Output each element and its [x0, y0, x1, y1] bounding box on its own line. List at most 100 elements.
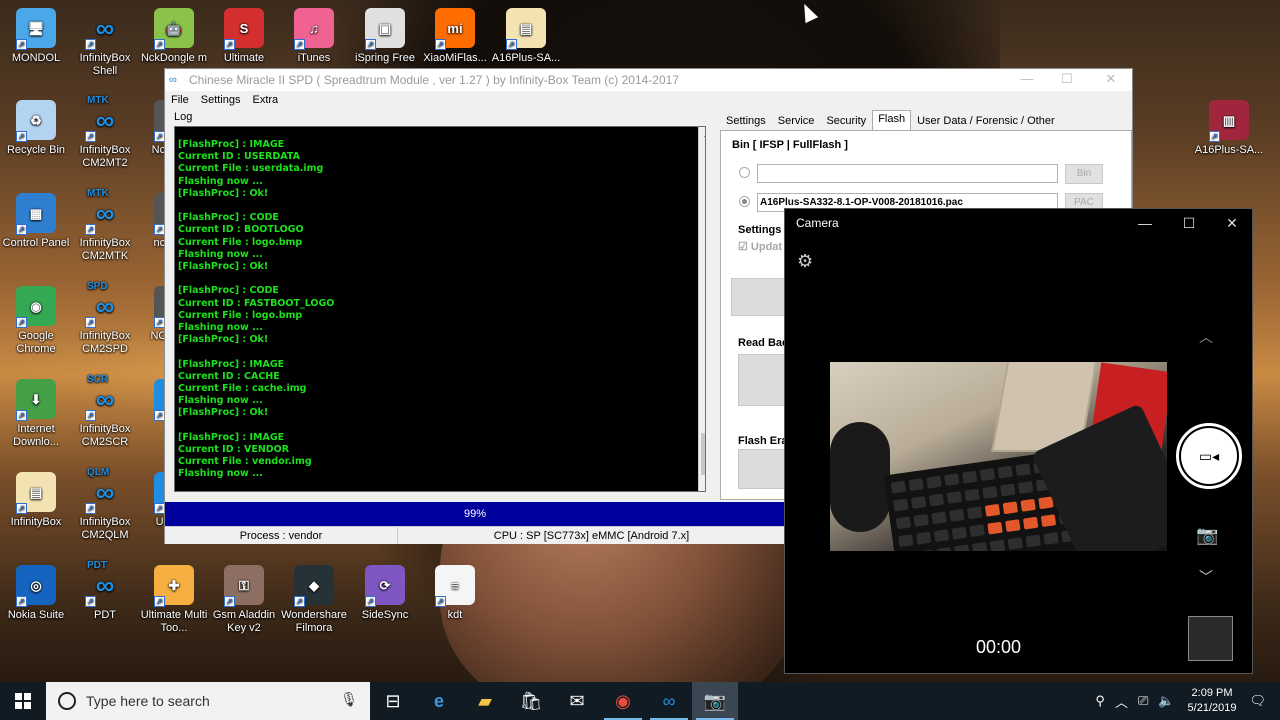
tab-security[interactable]: Security [820, 110, 872, 130]
volume-icon[interactable]: 🔈 [1158, 693, 1174, 709]
desktop-icon[interactable]: ▤ ↗ A16Plus-SA... [490, 8, 562, 65]
desktop-icon[interactable]: ◉ ↗ Google Chrome [0, 286, 72, 356]
scroll-thumb[interactable] [701, 433, 705, 475]
nokia-icon: ◎ ↗ [16, 565, 56, 607]
photo-mode-icon[interactable]: 📷 [1196, 525, 1218, 546]
camera-maximize-button[interactable]: ☐ [1167, 211, 1211, 235]
scroll-down-icon[interactable]: ▼ [699, 475, 705, 491]
task-view-icon[interactable]: ⊟ [370, 682, 416, 720]
minimize-button[interactable]: — [1007, 71, 1047, 86]
desktop-icon[interactable]: ⚿ ↗ Gsm Aladdin Key v2 [208, 565, 280, 635]
desktop-icon[interactable]: ▦ ↗ Control Panel [0, 193, 72, 250]
pac-radio[interactable] [739, 196, 750, 207]
computer-icon: 🖥 ↗ [16, 8, 56, 50]
desktop-icon[interactable]: ▤ ↗ InfinityBox [0, 472, 72, 529]
flash-button[interactable] [731, 278, 791, 316]
tab-user-data[interactable]: User Data / Forensic / Other [911, 110, 1061, 130]
bin-radio[interactable] [739, 167, 750, 178]
idm-icon: ⬇ ↗ [16, 379, 56, 421]
file-explorer-icon[interactable]: ▰ [462, 682, 508, 720]
desktop-icon-label: Control Panel [2, 237, 70, 249]
desktop-icon[interactable]: ♫ ↗ iTunes [278, 8, 350, 65]
log-line: Flashing now ... [178, 468, 263, 480]
camera-minimize-button[interactable]: — [1123, 211, 1167, 235]
edge-icon[interactable]: e [416, 682, 462, 720]
desktop-icon-label: Ultimate Multi Too... [140, 609, 208, 634]
desktop-icon-label: InfinityBox CM2MT2 [79, 144, 131, 169]
icon-badge: SPD [87, 281, 108, 292]
scroll-up-icon[interactable]: ▲ [699, 127, 705, 143]
desktop-icon[interactable]: ▥ ↗ A16Plus-SA... [1193, 100, 1265, 157]
taskbar-search-box[interactable]: Type here to search 🎙 [46, 682, 370, 720]
log-scrollbar[interactable]: ▲ ▼ [698, 127, 705, 491]
log-console[interactable]: [FlashProc] : IMAGE Current ID : USERDATA… [174, 126, 706, 492]
bin-button[interactable]: Bin [1065, 164, 1103, 184]
shortcut-arrow-icon: ↗ [365, 39, 376, 50]
progress-text: 99% [463, 508, 487, 520]
tab-flash[interactable]: Flash [872, 110, 912, 131]
last-capture-thumbnail[interactable] [1188, 616, 1233, 661]
windows-logo-icon [15, 693, 31, 709]
read-back-label: Read Bac [738, 337, 789, 349]
desktop-icon[interactable]: 🤖 ↗ NckDongle m [138, 8, 210, 65]
close-button[interactable]: ✕ [1091, 71, 1131, 87]
record-video-button[interactable]: ▭◂ [1176, 423, 1242, 489]
menu-file[interactable]: File [171, 94, 189, 106]
desktop-icon[interactable]: ∞ SPD ↗ InfinityBox CM2SPD [69, 281, 141, 356]
desktop-icon[interactable]: ∞ SCR ↗ InfinityBox CM2SCR [69, 374, 141, 449]
desktop-icon[interactable]: ∞ MTK ↗ InfinityBox CM2MT2 [69, 95, 141, 170]
tab-service[interactable]: Service [772, 110, 821, 130]
desktop-icon[interactable]: S ↗ Ultimate [208, 8, 280, 65]
desktop-icon[interactable]: ∞ QLM ↗ InfinityBox CM2QLM [69, 467, 141, 542]
chevron-up-icon[interactable]: ︿ [1199, 327, 1213, 347]
camera-close-button[interactable]: ✕ [1210, 211, 1254, 235]
desktop-icon[interactable]: ▣ ↗ iSpring Free [349, 8, 421, 65]
menu-extra[interactable]: Extra [252, 94, 278, 106]
desktop-icon[interactable]: mi ↗ XiaoMiFlas... [419, 8, 491, 65]
desktop-icon[interactable]: ✚ ↗ Ultimate Multi Too... [138, 565, 210, 635]
camera-settings-icon[interactable]: ⚙ [797, 251, 813, 272]
maximize-button[interactable]: ☐ [1047, 71, 1087, 87]
tab-settings[interactable]: Settings [720, 110, 772, 130]
show-hidden-icons-icon[interactable]: ︿ [1115, 692, 1128, 711]
desktop-icon[interactable]: ⟳ ↗ SideSync [349, 565, 421, 622]
chevron-down-icon[interactable]: ﹀ [1199, 567, 1213, 587]
log-line: Flashing now ... [178, 175, 263, 187]
update-checkbox[interactable]: ☑ Updat [738, 240, 782, 253]
desktop-icon[interactable]: ≡ ↗ kdt [419, 565, 491, 622]
menu-settings[interactable]: Settings [201, 94, 241, 106]
log-line: [FlashProc] : Ok! [178, 187, 269, 199]
desktop-icon[interactable]: ♻ ↗ Recycle Bin [0, 100, 72, 157]
bin-path-field[interactable] [757, 164, 1058, 183]
desktop-icon[interactable]: ◎ ↗ Nokia Suite [0, 565, 72, 622]
network-icon[interactable]: ⎚ [1138, 693, 1148, 709]
people-icon[interactable]: ⚲ [1095, 693, 1105, 709]
shortcut-arrow-icon: ↗ [16, 596, 27, 607]
desktop-icon-label: PDT [94, 609, 116, 621]
mail-icon[interactable]: ✉ [554, 682, 600, 720]
flasher-titlebar[interactable]: ∞ Chinese Miracle II SPD ( Spreadtrum Mo… [165, 69, 1132, 91]
infinity-taskbar-icon[interactable]: ∞ [646, 682, 692, 720]
log-line: Flashing now ... [178, 395, 263, 407]
log-line: Current File : logo.bmp [178, 309, 303, 321]
desktop-icon[interactable]: ◆ ↗ Wondershare Filmora [278, 565, 350, 635]
infinity-icon: ∞ PDT ↗ [85, 560, 115, 607]
shortcut-arrow-icon: ↗ [224, 596, 235, 607]
aladdin-icon: ⚿ ↗ [224, 565, 264, 607]
camera-taskbar-icon[interactable]: 📷 [692, 682, 738, 720]
desktop-icon[interactable]: ∞ PDT ↗ PDT [69, 560, 141, 622]
infinity-icon: ∞ MTK ↗ [85, 188, 115, 235]
start-button[interactable] [0, 682, 46, 720]
shortcut-arrow-icon: ↗ [16, 224, 27, 235]
desktop-icon[interactable]: ∞ ↗ InfinityBox Shell [69, 8, 141, 78]
desktop-icon[interactable]: 🖥 ↗ MONDOL [0, 8, 72, 65]
desktop-icon[interactable]: ∞ MTK ↗ InfinityBox CM2MTK [69, 188, 141, 263]
chrome-taskbar-icon[interactable]: ◉ [600, 682, 646, 720]
filmora-icon: ◆ ↗ [294, 565, 334, 607]
clock[interactable]: 2:09 PM 5/21/2019 [1188, 686, 1237, 716]
desktop-icon[interactable]: ⬇ ↗ Internet Downlo... [0, 379, 72, 449]
notifications-icon[interactable]: 🗨 [1249, 693, 1266, 709]
microphone-icon[interactable]: 🎙 [340, 691, 358, 708]
store-icon[interactable]: 🛍 [508, 682, 554, 720]
